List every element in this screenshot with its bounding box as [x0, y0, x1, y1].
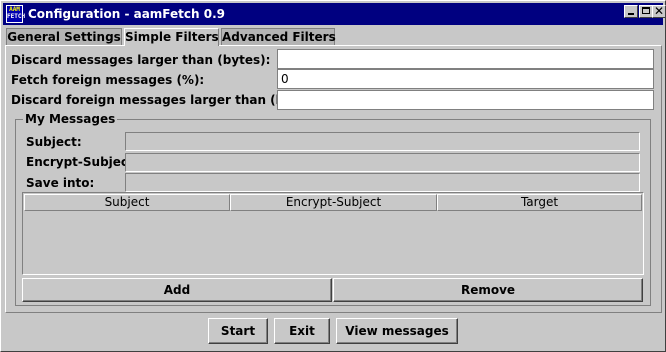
column-header-subject[interactable]: Subject: [24, 194, 230, 211]
maximize-button[interactable]: [639, 5, 653, 18]
save-into-label: Save into:: [26, 176, 95, 190]
messages-table[interactable]: Subject Encrypt-Subject Target: [22, 192, 644, 275]
close-icon: ✕: [653, 4, 665, 18]
tab-simple-filters[interactable]: Simple Filters: [124, 28, 219, 46]
configuration-window: AAM FETCH Configuration - aamFetch 0.9 ✕…: [0, 0, 666, 352]
minimize-icon: [628, 13, 634, 15]
discard-size-input[interactable]: [277, 49, 654, 69]
exit-button[interactable]: Exit: [274, 318, 330, 344]
add-button[interactable]: Add: [22, 278, 332, 302]
discard-foreign-size-input[interactable]: [277, 90, 654, 110]
view-messages-button[interactable]: View messages: [336, 318, 458, 344]
my-messages-title: My Messages: [23, 111, 118, 127]
fetch-foreign-input[interactable]: 0: [277, 69, 654, 89]
subject-input[interactable]: [125, 132, 640, 151]
encrypt-subject-input[interactable]: [125, 153, 640, 172]
save-into-input[interactable]: [125, 173, 640, 192]
start-button[interactable]: Start: [208, 318, 268, 344]
maximize-icon: [642, 7, 650, 14]
minimize-button[interactable]: [624, 5, 638, 18]
title-bar[interactable]: AAM FETCH Configuration - aamFetch 0.9: [3, 3, 663, 25]
app-icon-text-top: AAM: [9, 6, 20, 13]
tab-general-settings[interactable]: General Settings: [6, 28, 122, 45]
column-header-target[interactable]: Target: [437, 194, 642, 211]
app-icon: AAM FETCH: [6, 5, 26, 23]
encrypt-subject-label: Encrypt-Subject:: [26, 155, 139, 169]
fetch-foreign-label: Fetch foreign messages (%):: [11, 73, 205, 87]
window-title: Configuration - aamFetch 0.9: [28, 7, 225, 21]
tab-advanced-filters[interactable]: Advanced Filters: [221, 28, 336, 45]
column-header-encrypt-subject[interactable]: Encrypt-Subject: [230, 194, 437, 211]
remove-button[interactable]: Remove: [333, 278, 643, 302]
close-button[interactable]: ✕: [652, 4, 666, 18]
discard-size-label: Discard messages larger than (bytes):: [11, 53, 271, 67]
subject-label: Subject:: [26, 135, 82, 149]
app-icon-text-bottom: FETCH: [7, 13, 26, 20]
